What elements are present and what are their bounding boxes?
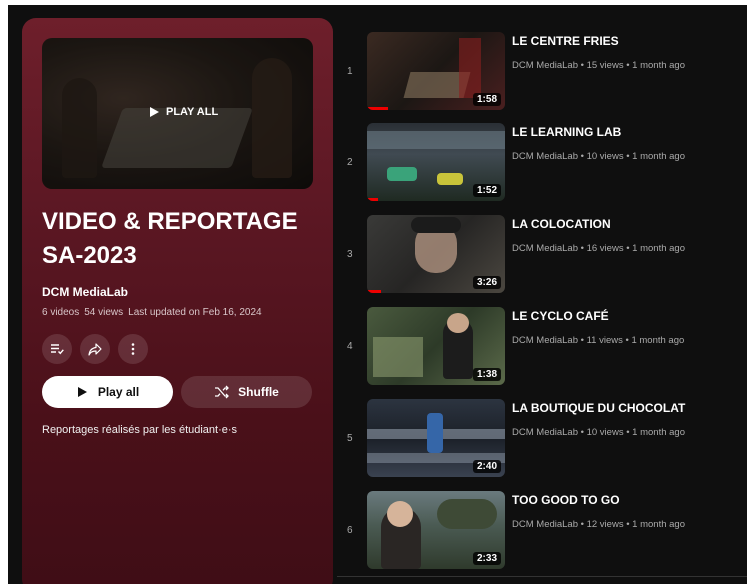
list-item[interactable]: 2 1:52 LE LEARNING LAB DCM MediaLab • 10… [337, 121, 737, 201]
list-item[interactable]: 6 2:33 TOO GOOD TO GO DCM MediaLab • 12 … [337, 489, 737, 569]
list-item[interactable]: 3 3:26 LA COLOCATION DCM MediaLab • 16 v… [337, 213, 737, 293]
shuffle-icon [215, 385, 230, 399]
playlist-add-icon [51, 344, 64, 355]
play-icon [77, 387, 87, 397]
video-count: 6 videos [42, 307, 80, 318]
hero-play-all[interactable]: PLAY ALL [148, 106, 218, 118]
play-icon [150, 107, 159, 117]
play-all-label: Play all [97, 385, 140, 399]
video-thumbnail[interactable]: 1:58 [367, 32, 505, 110]
video-index: 5 [347, 433, 353, 444]
view-count: 54 views [84, 307, 124, 318]
playlist-header-panel: PLAY ALL VIDEO & REPORTAGE SA-2023 DCM M… [22, 18, 333, 584]
video-duration: 1:52 [472, 184, 501, 197]
more-options-button[interactable] [118, 334, 148, 364]
video-thumbnail[interactable]: 3:26 [367, 215, 505, 293]
watch-progress [367, 290, 381, 293]
channel-name[interactable]: DCM MediaLab [42, 285, 128, 299]
playlist-title: VIDEO & REPORTAGE SA-2023 [42, 208, 298, 269]
play-all-button[interactable]: Play all [42, 376, 173, 408]
video-thumbnail[interactable]: 1:38 [367, 307, 505, 385]
video-duration: 1:38 [472, 368, 501, 381]
video-index: 2 [347, 157, 353, 168]
playlist-stats: 6 videos 54 views Last updated on Feb 16… [42, 307, 262, 318]
video-thumbnail[interactable]: 2:40 [367, 399, 505, 477]
video-title[interactable]: LA BOUTIQUE DU CHOCOLAT [512, 401, 685, 415]
video-index: 4 [347, 341, 353, 352]
shuffle-button[interactable]: Shuffle [181, 376, 312, 408]
video-duration: 1:58 [472, 93, 501, 106]
app-frame: PLAY ALL VIDEO & REPORTAGE SA-2023 DCM M… [8, 5, 747, 584]
list-item[interactable]: 1 1:58 LE CENTRE FRIES DCM MediaLab • 15… [337, 30, 737, 110]
save-to-library-button[interactable] [42, 334, 72, 364]
video-index: 6 [347, 525, 353, 536]
list-item[interactable]: 4 1:38 LE CYCLO CAFÉ DCM MediaLab • 11 v… [337, 305, 737, 385]
video-thumbnail[interactable]: 2:33 [367, 491, 505, 569]
share-button[interactable] [80, 334, 110, 364]
last-updated: Last updated on Feb 16, 2024 [128, 307, 262, 318]
video-duration: 2:33 [472, 552, 501, 565]
video-meta: DCM MediaLab • 16 views • 1 month ago [512, 243, 685, 254]
video-title[interactable]: TOO GOOD TO GO [512, 493, 620, 507]
video-meta: DCM MediaLab • 11 views • 1 month ago [512, 335, 685, 346]
more-vertical-icon [131, 343, 135, 355]
video-title[interactable]: LE CENTRE FRIES [512, 34, 619, 48]
video-meta: DCM MediaLab • 15 views • 1 month ago [512, 60, 685, 71]
playlist-description: Reportages réalisés par les étudiant·e·s [42, 424, 238, 436]
list-item[interactable]: 5 2:40 LA BOUTIQUE DU CHOCOLAT DCM Media… [337, 397, 737, 477]
hero-play-all-label: PLAY ALL [166, 106, 219, 118]
list-divider [337, 576, 747, 577]
video-thumbnail[interactable]: 1:52 [367, 123, 505, 201]
share-icon [88, 343, 102, 356]
video-title[interactable]: LA COLOCATION [512, 217, 611, 231]
video-index: 3 [347, 249, 353, 260]
watch-progress [367, 198, 379, 201]
video-meta: DCM MediaLab • 10 views • 1 month ago [512, 151, 685, 162]
watch-progress [367, 107, 388, 110]
shuffle-label: Shuffle [238, 385, 279, 399]
video-meta: DCM MediaLab • 10 views • 1 month ago [512, 427, 685, 438]
playlist-hero-thumbnail[interactable]: PLAY ALL [42, 38, 313, 189]
video-title[interactable]: LE CYCLO CAFÉ [512, 309, 609, 323]
video-index: 1 [347, 66, 353, 77]
video-duration: 2:40 [472, 460, 501, 473]
video-meta: DCM MediaLab • 12 views • 1 month ago [512, 519, 685, 530]
video-duration: 3:26 [472, 276, 501, 289]
video-title[interactable]: LE LEARNING LAB [512, 125, 621, 139]
